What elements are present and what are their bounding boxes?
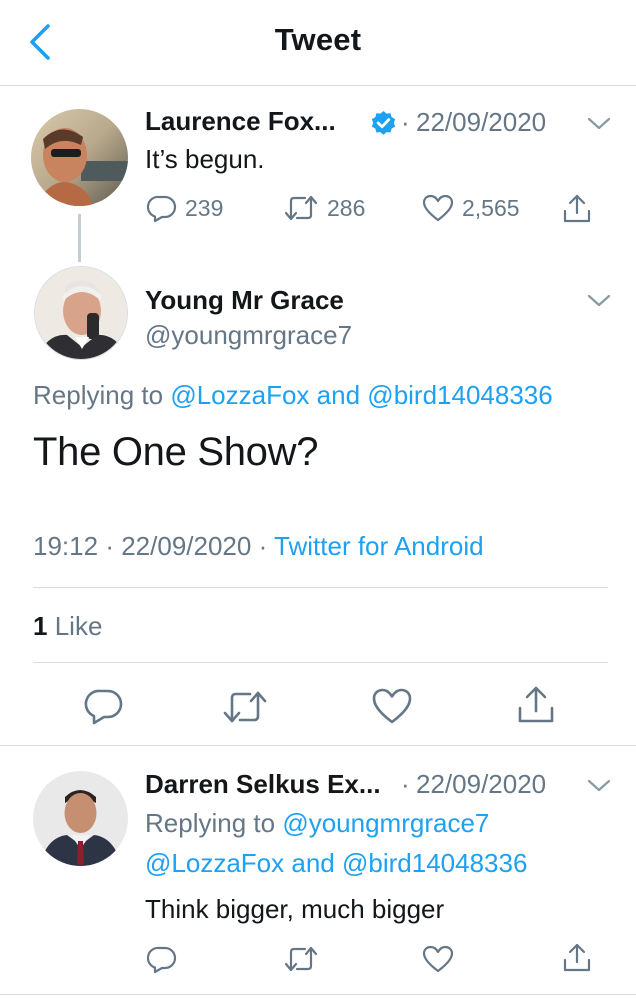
like-count: 2,565 <box>462 194 520 221</box>
chevron-down-icon[interactable] <box>586 116 612 132</box>
separator-dot: · <box>401 769 410 799</box>
chevron-down-icon[interactable] <box>586 293 612 309</box>
replying-and: and <box>316 380 361 410</box>
mention-link[interactable]: @bird14048336 <box>342 848 527 878</box>
retweet-button[interactable]: 286 <box>283 193 365 223</box>
author-name[interactable]: Darren Selkus Ex... <box>145 769 381 800</box>
reply-count: 239 <box>185 194 224 221</box>
thread-connector <box>78 214 81 262</box>
author-name[interactable]: Young Mr Grace <box>145 285 344 316</box>
section-divider <box>0 994 636 995</box>
reply-icon[interactable] <box>84 686 124 726</box>
reply-icon <box>147 195 177 223</box>
section-divider <box>0 745 636 746</box>
separator-dot: · <box>258 531 268 561</box>
retweet-icon[interactable] <box>283 944 319 974</box>
share-icon[interactable] <box>562 942 592 974</box>
separator-dot: · <box>401 107 410 137</box>
retweet-icon[interactable] <box>221 688 269 726</box>
like-button[interactable]: 2,565 <box>422 193 520 223</box>
replying-to-line-2: @LozzaFox and @bird14048336 <box>145 848 527 879</box>
top-bar: Tweet <box>0 0 636 86</box>
heart-icon <box>422 194 454 222</box>
avatar-darren-selkus[interactable] <box>33 771 128 866</box>
share-icon[interactable] <box>516 684 556 726</box>
reply-button[interactable]: 239 <box>147 193 223 223</box>
chevron-down-icon[interactable] <box>586 778 612 794</box>
verified-badge-icon <box>371 111 396 135</box>
tweet-text: It’s begun. <box>145 144 265 174</box>
divider <box>33 662 608 663</box>
mention-link[interactable]: @youngmrgrace7 <box>282 808 489 838</box>
avatar-laurence-fox[interactable] <box>31 109 128 206</box>
replying-to-line: Replying to @LozzaFox and @bird14048336 <box>33 380 553 411</box>
reply-icon[interactable] <box>147 944 177 974</box>
heart-icon[interactable] <box>422 944 454 974</box>
tweet-text: Think bigger, much bigger <box>145 894 445 924</box>
author-name[interactable]: Laurence Fox... <box>145 106 336 137</box>
replying-prefix: Replying to <box>145 808 276 838</box>
tweet-date: 22/09/2020 <box>121 531 252 561</box>
tweet-timestamp-line: 19:12 · 22/09/2020 · Twitter for Android <box>33 531 484 562</box>
author-handle[interactable]: @youngmrgrace7 <box>145 320 352 351</box>
mention-link[interactable]: @bird14048336 <box>367 380 552 410</box>
mention-link[interactable]: @LozzaFox <box>145 848 284 878</box>
share-icon[interactable] <box>562 193 592 225</box>
page-title: Tweet <box>274 22 362 57</box>
tweet-time: 19:12 <box>33 531 99 561</box>
retweet-icon <box>284 195 318 221</box>
replying-prefix: Replying to <box>33 380 164 410</box>
heart-icon[interactable] <box>371 686 413 726</box>
divider <box>33 587 608 588</box>
mention-link[interactable]: @LozzaFox <box>170 380 309 410</box>
tweet-date[interactable]: 22/09/2020 <box>416 107 546 138</box>
tweet-date[interactable]: 22/09/2020 <box>416 769 546 800</box>
tweet-text: The One Show? <box>33 430 319 474</box>
likes-summary[interactable]: 1 Like <box>33 611 102 642</box>
tweet-source-link[interactable]: Twitter for Android <box>274 531 484 561</box>
replying-and: and <box>291 848 335 878</box>
retweet-count: 286 <box>327 194 366 221</box>
likes-label: Like <box>54 611 103 641</box>
likes-count: 1 <box>33 611 48 641</box>
replying-to-line: Replying to @youngmrgrace7 <box>145 808 489 839</box>
avatar-young-mr-grace[interactable] <box>34 266 128 360</box>
separator-dot: · <box>105 531 114 561</box>
